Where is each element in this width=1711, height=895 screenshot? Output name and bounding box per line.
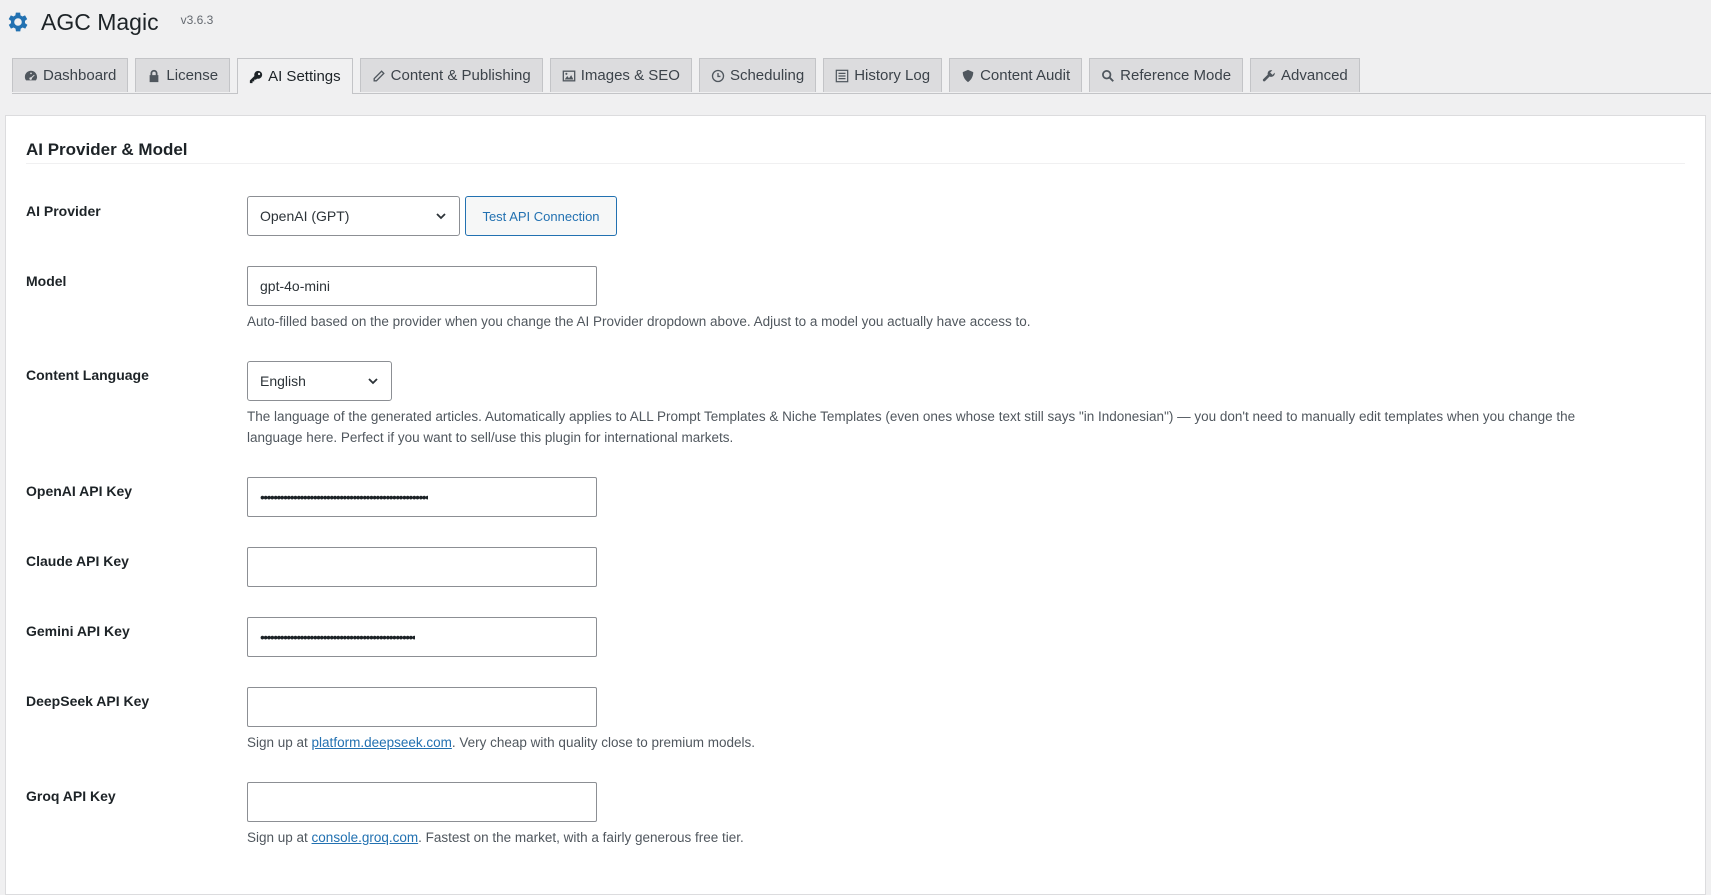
groq-api-key-input[interactable] <box>247 782 597 822</box>
wrench-icon <box>1262 69 1275 81</box>
tab-label: Reference Mode <box>1120 67 1232 84</box>
app-header: AGC Magic v3.6.3 <box>5 4 213 40</box>
groq-signup-link[interactable]: console.groq.com <box>312 830 419 845</box>
pencil-icon <box>373 69 385 81</box>
tab-label: Images & SEO <box>580 67 680 84</box>
description-text: . Very cheap with quality close to premi… <box>451 735 756 750</box>
tab-label: History Log <box>854 67 931 84</box>
dashboard-icon <box>24 70 37 80</box>
tab-label: Advanced <box>1281 67 1348 84</box>
tab-ai-settings[interactable]: AI Settings <box>237 58 353 94</box>
openai-api-key-input[interactable]: ••••••••••••••••••••••••••••••••••••••••… <box>247 477 597 517</box>
key-icon <box>249 70 263 83</box>
version-label: v3.6.3 <box>180 13 214 27</box>
search-icon <box>1102 69 1115 82</box>
deepseek-signup-link[interactable]: platform.deepseek.com <box>312 735 452 750</box>
deepseek-description: Sign up at platform.deepseek.com. Very c… <box>247 732 755 753</box>
tab-label: Scheduling <box>729 67 805 84</box>
chevron-down-icon <box>368 378 378 385</box>
tab-dashboard[interactable]: Dashboard <box>12 58 129 92</box>
gear-icon <box>5 9 31 35</box>
openai-api-key-masked-value: ••••••••••••••••••••••••••••••••••••••••… <box>260 489 429 505</box>
content-language-description: The language of the generated articles. … <box>247 406 1687 448</box>
groq-description: Sign up at console.groq.com. Fastest on … <box>247 827 744 848</box>
ai-provider-select[interactable]: OpenAI (GPT) <box>247 196 460 236</box>
claude-api-key-input[interactable] <box>247 547 597 587</box>
clock-icon <box>711 69 725 82</box>
description-text: Sign up at <box>247 830 312 845</box>
description-line: The language of the generated articles. … <box>247 409 1576 424</box>
groq-api-key-label: Groq API Key <box>26 788 116 804</box>
gemini-api-key-label: Gemini API Key <box>26 623 130 639</box>
tab-content-audit[interactable]: Content Audit <box>949 58 1083 92</box>
tab-label: Content & Publishing <box>390 67 531 84</box>
tab-label: Content Audit <box>980 67 1071 84</box>
content-language-select[interactable]: English <box>247 361 392 401</box>
description-text: . Fastest on the market, with a fairly g… <box>418 830 744 845</box>
gemini-api-key-input[interactable]: ••••••••••••••••••••••••••••••••••••••••… <box>247 617 597 657</box>
tab-scheduling[interactable]: Scheduling <box>698 58 817 92</box>
model-value: gpt-4o-mini <box>260 278 331 294</box>
chevron-down-icon <box>436 213 446 220</box>
section-title: AI Provider & Model <box>26 140 188 159</box>
tab-label: AI Settings <box>268 68 341 85</box>
tab-images-seo[interactable]: Images & SEO <box>549 58 692 92</box>
description-text: Sign up at <box>247 735 312 750</box>
deepseek-api-key-input[interactable] <box>247 687 597 727</box>
tab-history-log[interactable]: History Log <box>823 58 943 92</box>
tab-label: Dashboard <box>43 67 117 84</box>
content-language-label: Content Language <box>26 367 149 383</box>
lock-icon <box>150 69 159 82</box>
model-description: Auto-filled based on the provider when y… <box>247 314 1031 329</box>
image-icon <box>562 70 576 81</box>
ai-provider-label: AI Provider <box>26 203 101 219</box>
settings-panel: AI Provider & Model AI Provider OpenAI (… <box>5 115 1706 895</box>
ai-provider-value: OpenAI (GPT) <box>260 208 350 224</box>
test-api-connection-button[interactable]: Test API Connection <box>465 196 617 236</box>
section-divider <box>26 163 1685 164</box>
content-language-value: English <box>260 373 306 389</box>
model-label: Model <box>26 273 67 289</box>
claude-api-key-label: Claude API Key <box>26 553 129 569</box>
tab-label: License <box>166 67 219 84</box>
model-input[interactable]: gpt-4o-mini <box>247 266 597 306</box>
gemini-api-key-masked-value: ••••••••••••••••••••••••••••••••••••••••… <box>260 629 416 645</box>
tab-license[interactable]: License <box>135 58 231 92</box>
app-title: AGC Magic <box>41 8 159 35</box>
settings-tabs: Dashboard License AI Settings Content & … <box>12 58 1711 94</box>
tab-content-publishing[interactable]: Content & Publishing <box>359 58 543 92</box>
list-icon <box>835 69 849 82</box>
description-line: language here. Perfect if you want to se… <box>247 430 734 445</box>
deepseek-api-key-label: DeepSeek API Key <box>26 693 150 709</box>
openai-api-key-label: OpenAI API Key <box>26 483 133 499</box>
shield-icon <box>962 69 974 82</box>
tab-advanced[interactable]: Advanced <box>1250 58 1360 92</box>
tab-reference-mode[interactable]: Reference Mode <box>1089 58 1244 92</box>
